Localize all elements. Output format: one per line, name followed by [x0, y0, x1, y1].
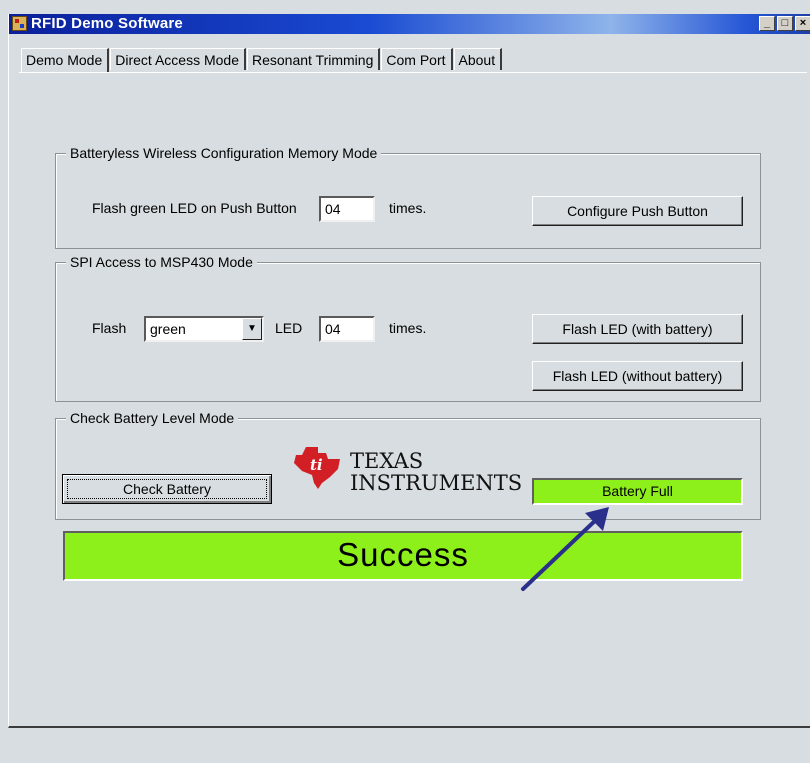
main-window: RFID Demo Software _ □ × Demo Mode Direc…: [8, 14, 810, 728]
spi-group-title: SPI Access to MSP430 Mode: [66, 254, 257, 270]
led-color-select[interactable]: green ▼: [144, 316, 264, 342]
demo-mode-panel: Batteryless Wireless Configuration Memor…: [19, 72, 807, 727]
tab-about[interactable]: About: [453, 48, 503, 70]
spi-access-group: SPI Access to MSP430 Mode Flash green ▼ …: [55, 254, 761, 402]
battery-group-title: Check Battery Level Mode: [66, 410, 239, 426]
flash-led-with-battery-button[interactable]: Flash LED (with battery): [532, 314, 743, 344]
close-button[interactable]: ×: [795, 16, 810, 31]
pointer-arrow-icon: [521, 507, 609, 591]
result-banner: Success: [63, 531, 743, 581]
window-title: RFID Demo Software: [31, 15, 183, 32]
led-label: LED: [275, 320, 303, 336]
flash-push-button-label: Flash green LED on Push Button: [92, 200, 297, 216]
maximize-button[interactable]: □: [777, 16, 793, 31]
flash-led-without-battery-button[interactable]: Flash LED (without battery): [532, 361, 743, 391]
check-battery-button[interactable]: Check Battery: [62, 474, 272, 504]
app-icon: [12, 16, 27, 31]
times-label: times.: [389, 200, 427, 216]
tab-direct-access-mode[interactable]: Direct Access Mode: [110, 48, 246, 70]
tab-com-port[interactable]: Com Port: [381, 48, 453, 70]
ti-logo-line1: TEXAS: [350, 449, 424, 473]
tab-demo-mode[interactable]: Demo Mode: [21, 48, 110, 72]
batteryless-config-group: Batteryless Wireless Configuration Memor…: [55, 145, 761, 249]
batteryless-group-title: Batteryless Wireless Configuration Memor…: [66, 145, 382, 161]
spi-times-label: times.: [389, 320, 427, 336]
ti-logo-line2: INSTRUMENTS: [350, 471, 523, 495]
configure-push-button[interactable]: Configure Push Button: [532, 196, 743, 226]
dropdown-arrow-icon[interactable]: ▼: [242, 318, 262, 340]
flash-label: Flash: [92, 320, 127, 336]
tab-resonant-trimming[interactable]: Resonant Trimming: [246, 48, 381, 70]
led-color-value: green: [150, 321, 186, 337]
window-controls: _ □ ×: [759, 16, 810, 31]
spi-count-input[interactable]: 04: [319, 316, 375, 342]
title-bar[interactable]: RFID Demo Software _ □ ×: [9, 14, 810, 34]
push-button-count-input[interactable]: 04: [319, 196, 375, 222]
focus-ring: [67, 479, 267, 499]
check-battery-group: Check Battery Level Mode Check Battery t…: [55, 410, 761, 520]
tab-strip: Demo Mode Direct Access Mode Resonant Tr…: [21, 48, 503, 72]
minimize-button[interactable]: _: [759, 16, 775, 31]
svg-text:ti: ti: [310, 456, 323, 474]
ti-logo-icon: ti: [294, 447, 340, 489]
